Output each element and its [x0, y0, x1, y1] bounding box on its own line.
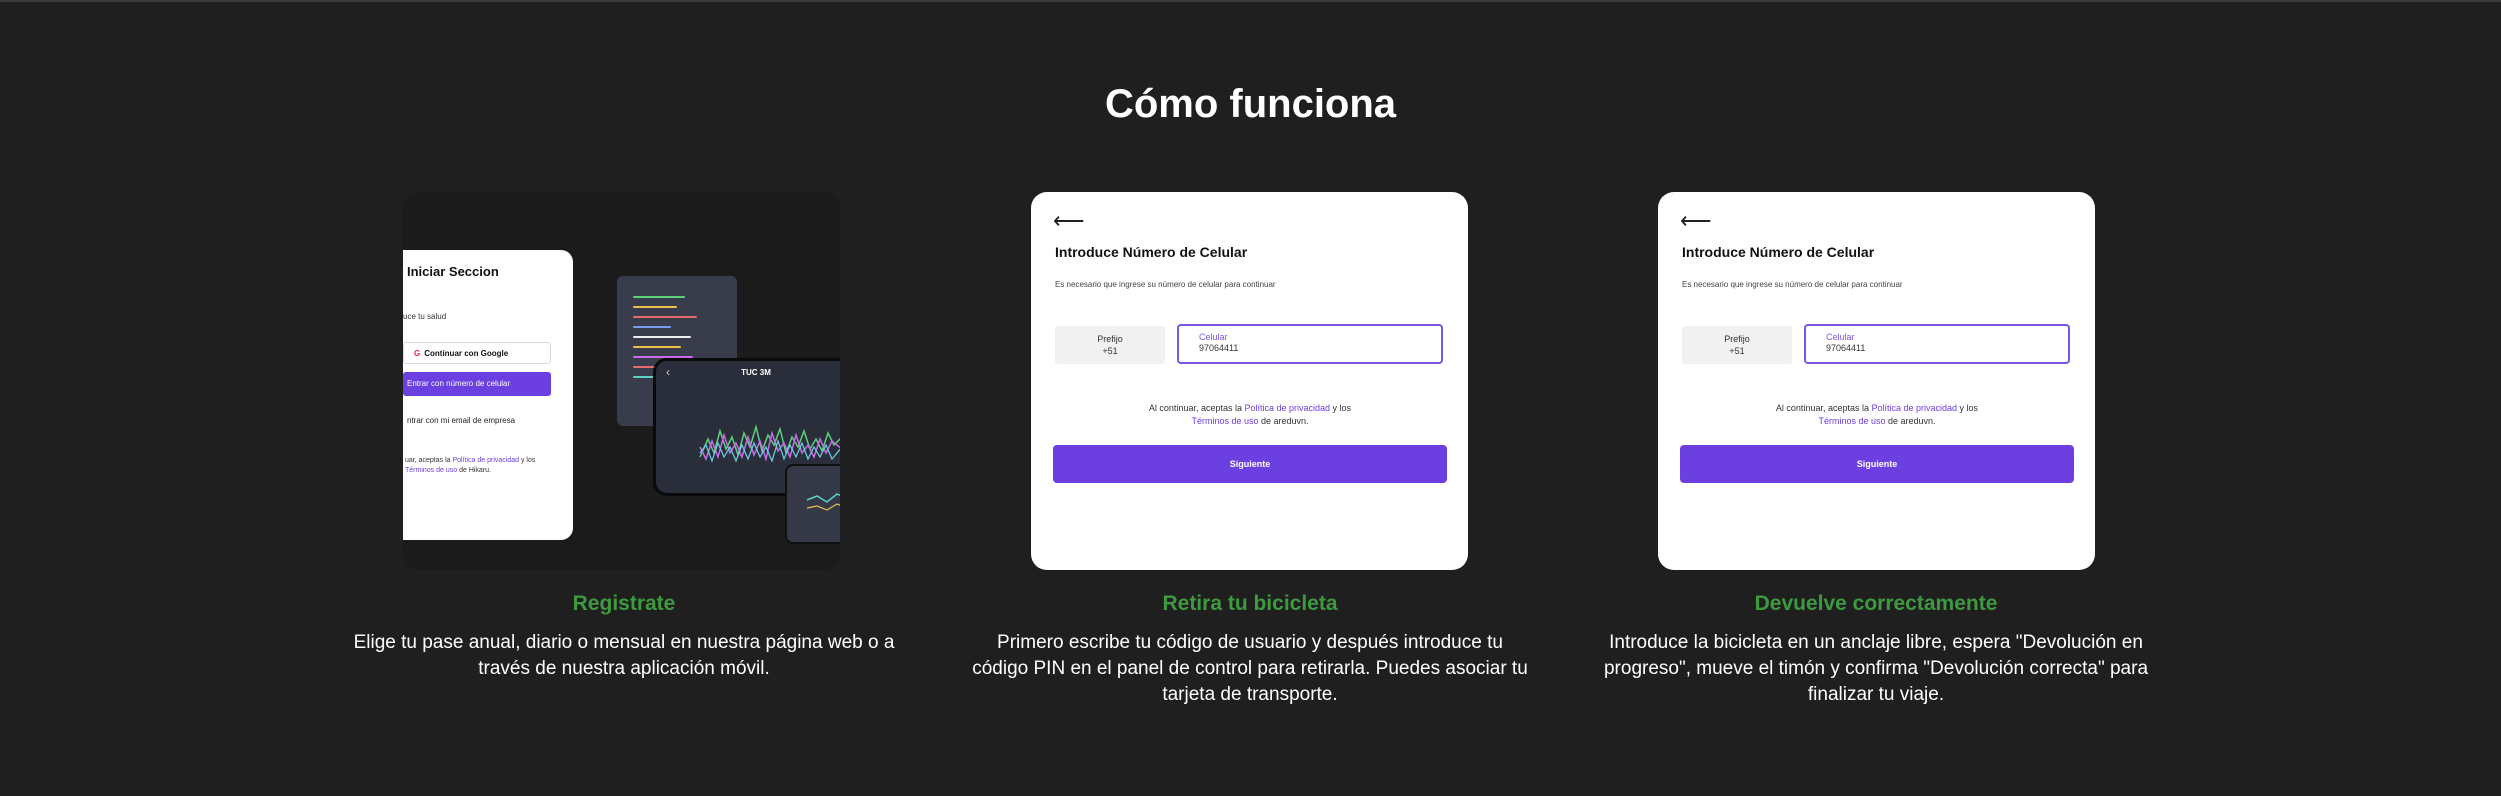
step-2-image: ⟵ Introduce Número de Celular Es necesar… [1031, 192, 1468, 570]
phone-login-button: Entrar con número de celular [403, 372, 551, 396]
phone-label: Celular [1199, 332, 1228, 342]
terms-prefix: Al continuar, aceptas la [1148, 403, 1245, 413]
step-1-description: Elige tu pase anual, diario o mensual en… [353, 632, 895, 679]
login-screen-mock: Iniciar Seccion uce tu salud G Continuar … [403, 250, 573, 540]
mini-chart-series [806, 503, 840, 511]
step-2-title: Retira tu bicicleta [1162, 592, 1338, 615]
form-subtitle: Es necesario que ingrese su número de ce… [1682, 280, 1903, 289]
step-1-image: Iniciar Seccion uce tu salud G Continuar … [403, 192, 840, 570]
login-terms-prefix: uar, aceptas la [405, 457, 453, 464]
google-button-label: Continuar con Google [424, 349, 509, 358]
prefix-field: Prefijo +51 [1055, 326, 1165, 364]
chart-line [633, 326, 671, 328]
login-terms-mid: y los [519, 457, 536, 464]
prefix-field: Prefijo +51 [1682, 326, 1792, 364]
email-login-link: ntrar con mi email de empresa [407, 416, 516, 425]
form-title: Introduce Número de Celular [1682, 244, 1875, 260]
section-title: Cómo funciona [1104, 82, 1397, 126]
terms-of-use-link: Términos de uso [1818, 416, 1886, 426]
login-terms-suffix: de Hikaru. [457, 467, 491, 474]
terms-mid: y los [1957, 403, 1979, 413]
privacy-policy-link: Política de privacidad [1244, 403, 1331, 413]
login-terms-link: Términos de uso [405, 467, 458, 474]
phone-value: 97064411 [1826, 343, 1866, 353]
mini-chart [806, 493, 840, 511]
phone-header: TUC 3M [741, 368, 771, 377]
prefix-label: Prefijo [1724, 334, 1750, 344]
form-terms: Al continuar, aceptas la Política de pri… [1682, 402, 2072, 428]
google-icon: G [414, 349, 421, 358]
form-terms: Al continuar, aceptas la Política de pri… [1055, 402, 1445, 428]
terms-suffix: de areduvn. [1258, 416, 1309, 426]
top-divider [0, 0, 2501, 2]
arrow-left-icon: ⟵ [1053, 208, 1085, 233]
terms-prefix: Al continuar, aceptas la [1775, 403, 1872, 413]
login-subtitle: uce tu salud [403, 312, 447, 321]
prefix-value: +51 [1102, 346, 1118, 356]
login-policy-link: Política de privacidad [452, 457, 520, 464]
google-button: G Continuar con Google [403, 342, 551, 364]
phone-field: Celular 97064411 [1804, 324, 2070, 364]
phone-value: 97064411 [1199, 343, 1239, 353]
arrow-left-icon: ⟵ [1680, 208, 1712, 233]
step-3-image: ⟵ Introduce Número de Celular Es necesar… [1658, 192, 2095, 570]
step-3-description: Introduce la bicicleta en un anclaje lib… [1603, 632, 2149, 705]
next-button: Siguiente [1680, 445, 2074, 483]
terms-of-use-link: Términos de uso [1191, 416, 1259, 426]
chart-line [633, 336, 691, 338]
step-1-title: Registrate [572, 592, 676, 615]
chart-line [633, 346, 681, 348]
step-3-title: Devuelve correctamente [1754, 592, 1998, 615]
form-title: Introduce Número de Celular [1055, 244, 1248, 260]
privacy-policy-link: Política de privacidad [1871, 403, 1958, 413]
prefix-label: Prefijo [1097, 334, 1123, 344]
login-title: Iniciar Seccion [407, 264, 499, 279]
login-terms: uar, aceptas la Política de privacidad y… [405, 456, 555, 476]
terms-suffix: de areduvn. [1885, 416, 1936, 426]
step-2-description: Primero escribe tu código de usuario y d… [972, 632, 1528, 705]
phone-field: Celular 97064411 [1177, 324, 1443, 364]
mini-chart-series [806, 493, 840, 503]
chart-line [633, 316, 697, 318]
chart-line [633, 306, 677, 308]
terms-mid: y los [1330, 403, 1352, 413]
mini-tablet-mock [785, 464, 840, 544]
form-subtitle: Es necesario que ingrese su número de ce… [1055, 280, 1276, 289]
chart-line [633, 296, 685, 298]
next-button: Siguiente [1053, 445, 1447, 483]
phone-label: Celular [1826, 332, 1855, 342]
prefix-value: +51 [1729, 346, 1745, 356]
